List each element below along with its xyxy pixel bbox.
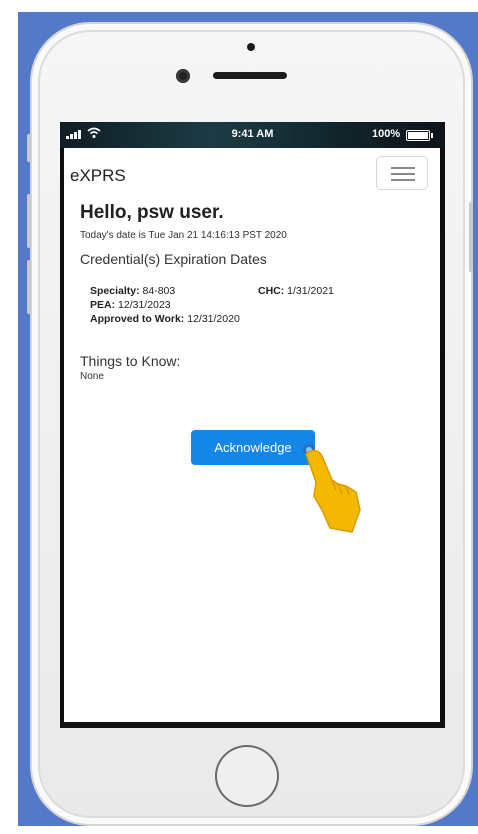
battery-percentage: 100% [372, 128, 401, 140]
things-to-know-title: Things to Know: [80, 353, 181, 369]
things-to-know-value: None [80, 371, 104, 382]
home-button[interactable] [215, 745, 279, 807]
earpiece-speaker [213, 72, 287, 79]
brand-title[interactable]: eXPRS [70, 166, 126, 186]
hamburger-menu-button[interactable] [376, 156, 428, 190]
credentials-list: Specialty: 84-803 CHC: 1/31/2021 PEA: 12… [80, 285, 430, 345]
status-bar: 9:41 AM 100% [60, 122, 445, 148]
credential-chc: CHC: 1/31/2021 [258, 285, 334, 297]
navbar: eXPRS [64, 148, 440, 198]
proximity-sensor [247, 43, 255, 51]
current-date: Today's date is Tue Jan 21 14:16:13 PST … [80, 230, 287, 241]
credential-approved-to-work: Approved to Work: 12/31/2020 [90, 313, 240, 325]
battery-full-icon [406, 130, 433, 141]
credential-pea: PEA: 12/31/2023 [90, 299, 171, 311]
main-content: Hello, psw user. Today's date is Tue Jan… [80, 202, 430, 382]
mute-switch [27, 134, 31, 162]
volume-down-button [27, 260, 31, 314]
screen-bottom-edge [60, 722, 445, 728]
power-button [469, 202, 473, 272]
front-camera-icon [176, 69, 190, 83]
hamburger-menu-icon [391, 167, 415, 169]
volume-up-button [27, 194, 31, 248]
credential-specialty: Specialty: 84-803 [90, 285, 176, 297]
pointing-hand-icon [303, 444, 361, 533]
phone-screen: 9:41 AM 100% eXPRS Hello, psw user. Toda… [60, 122, 445, 728]
acknowledge-button[interactable]: Acknowledge [191, 430, 315, 465]
credentials-title: Credential(s) Expiration Dates [80, 251, 267, 267]
app-view: eXPRS Hello, psw user. Today's date is T… [64, 148, 440, 722]
greeting-heading: Hello, psw user. [80, 202, 224, 223]
